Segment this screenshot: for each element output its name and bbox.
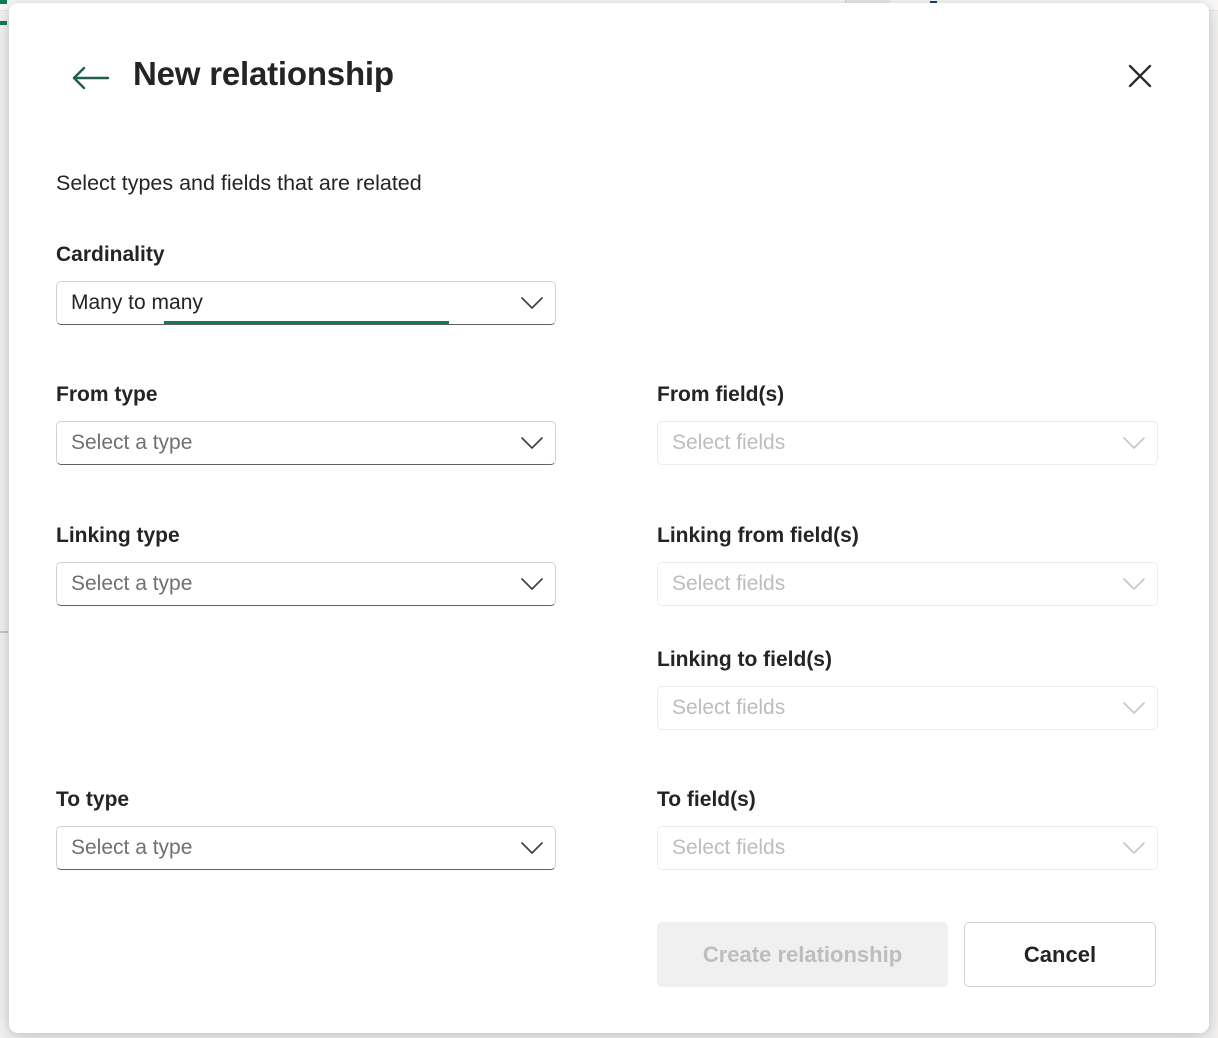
cancel-button[interactable]: Cancel xyxy=(964,922,1156,987)
chevron-down-icon xyxy=(1111,436,1157,450)
linking-from-fields-dropdown: Select fields xyxy=(657,562,1158,606)
linking-type-placeholder: Select a type xyxy=(57,572,509,596)
field-group-linking-type: Linking type Select a type xyxy=(56,522,556,606)
field-group-cardinality: Cardinality Many to many xyxy=(56,241,556,325)
from-fields-label: From field(s) xyxy=(657,381,1158,409)
page-title: New relationship xyxy=(133,55,394,93)
field-group-linking-to-fields: Linking to field(s) Select fields xyxy=(657,646,1158,730)
chevron-down-icon xyxy=(1111,841,1157,855)
field-group-linking-from-fields: Linking from field(s) Select fields xyxy=(657,522,1158,606)
to-fields-label: To field(s) xyxy=(657,786,1158,814)
to-fields-placeholder: Select fields xyxy=(658,836,1111,860)
back-button[interactable] xyxy=(67,61,113,97)
to-fields-dropdown: Select fields xyxy=(657,826,1158,870)
background-divider xyxy=(0,631,8,633)
dialog-subtitle: Select types and fields that are related xyxy=(56,171,422,196)
to-type-placeholder: Select a type xyxy=(57,836,509,860)
chevron-down-icon xyxy=(509,577,555,591)
from-fields-placeholder: Select fields xyxy=(658,431,1111,455)
cardinality-focus-underline xyxy=(164,321,449,324)
field-group-from-fields: From field(s) Select fields xyxy=(657,381,1158,465)
cardinality-dropdown[interactable]: Many to many xyxy=(56,281,556,325)
to-type-label: To type xyxy=(56,786,556,814)
field-group-to-fields: To field(s) Select fields xyxy=(657,786,1158,870)
background-green-mark-top xyxy=(0,0,7,4)
linking-type-dropdown[interactable]: Select a type xyxy=(56,562,556,606)
from-type-label: From type xyxy=(56,381,556,409)
cardinality-label: Cardinality xyxy=(56,241,556,269)
cardinality-value: Many to many xyxy=(57,291,509,315)
linking-to-fields-label: Linking to field(s) xyxy=(657,646,1158,674)
from-type-dropdown[interactable]: Select a type xyxy=(56,421,556,465)
linking-from-fields-label: Linking from field(s) xyxy=(657,522,1158,550)
to-type-dropdown[interactable]: Select a type xyxy=(56,826,556,870)
background-green-mark-second xyxy=(0,21,7,25)
dialog-header: New relationship xyxy=(9,3,1209,143)
chevron-down-icon xyxy=(509,841,555,855)
new-relationship-dialog: New relationship Select types and fields… xyxy=(9,3,1209,1033)
field-group-from-type: From type Select a type xyxy=(56,381,556,465)
linking-to-fields-dropdown: Select fields xyxy=(657,686,1158,730)
from-fields-dropdown: Select fields xyxy=(657,421,1158,465)
field-group-to-type: To type Select a type xyxy=(56,786,556,870)
chevron-down-icon xyxy=(509,296,555,310)
linking-type-label: Linking type xyxy=(56,522,556,550)
create-relationship-button[interactable]: Create relationship xyxy=(657,922,948,987)
arrow-left-icon xyxy=(70,65,110,94)
linking-to-fields-placeholder: Select fields xyxy=(658,696,1111,720)
close-button[interactable] xyxy=(1113,50,1167,104)
from-type-placeholder: Select a type xyxy=(57,431,509,455)
close-icon xyxy=(1126,62,1154,93)
chevron-down-icon xyxy=(509,436,555,450)
chevron-down-icon xyxy=(1111,577,1157,591)
linking-from-fields-placeholder: Select fields xyxy=(658,572,1111,596)
chevron-down-icon xyxy=(1111,701,1157,715)
